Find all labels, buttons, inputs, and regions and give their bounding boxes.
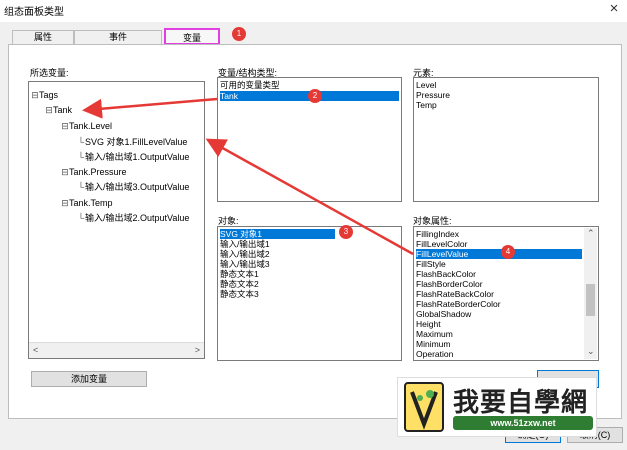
- watermark: 我要自學網 www.51zxw.net: [397, 377, 597, 437]
- arrow-tank-to-tree: [82, 97, 218, 119]
- watermark-url: www.51zxw.net: [453, 416, 593, 430]
- watermark-logo-icon: [404, 382, 444, 432]
- watermark-title: 我要自學網: [453, 388, 589, 418]
- arrow-property-to-tree: [205, 138, 414, 256]
